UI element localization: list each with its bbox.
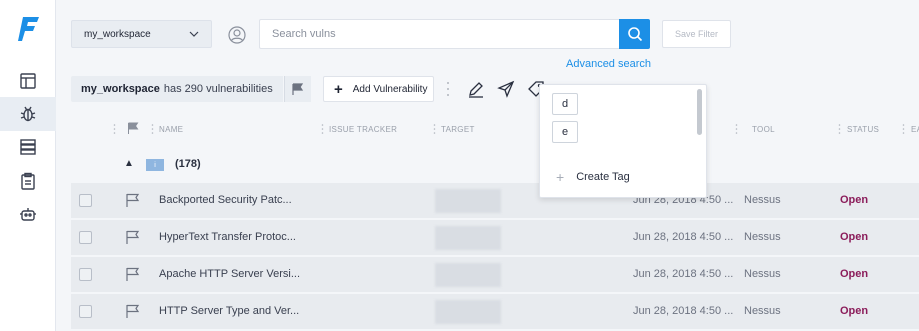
workspace-name: my_workspace — [81, 83, 160, 95]
dashboard-icon — [20, 73, 36, 89]
clipboard-icon — [21, 172, 35, 190]
column-header-tool[interactable]: TOOL — [752, 125, 775, 134]
row-checkbox[interactable] — [79, 231, 92, 244]
workspace-vuln-count: my_workspace has 290 vulnerabilities — [71, 76, 283, 102]
tag-option[interactable]: d — [552, 93, 578, 115]
separator-dots-icon — [447, 82, 449, 96]
row-checkbox[interactable] — [79, 268, 92, 281]
edit-icon[interactable] — [467, 80, 485, 98]
search-button[interactable] — [619, 19, 650, 49]
workspace-select[interactable]: my_workspace — [71, 20, 212, 48]
sidebar — [0, 0, 56, 331]
flag-icon[interactable] — [126, 230, 140, 245]
column-header-ea[interactable]: EA — [911, 125, 919, 134]
column-header-status[interactable]: STATUS — [847, 125, 879, 134]
search-icon — [627, 27, 642, 42]
table-row[interactable]: HTTP Server Type and Ver... Jun 28, 2018… — [71, 294, 919, 330]
group-count: (178) — [175, 158, 201, 170]
vuln-name[interactable]: HTTP Server Type and Ver... — [159, 305, 299, 317]
flag-icon — [292, 82, 304, 95]
vuln-count-text: has 290 vulnerabilities — [163, 83, 273, 95]
column-header-issue-tracker[interactable]: ISSUE TRACKER — [329, 125, 397, 134]
column-handle-icon — [735, 124, 738, 134]
target-redacted — [435, 226, 501, 250]
robot-icon — [20, 208, 36, 221]
severity-badge: i — [146, 159, 164, 171]
column-header-target[interactable]: TARGET — [441, 125, 475, 134]
bug-icon — [20, 106, 36, 122]
sidebar-item-vulnerabilities[interactable] — [0, 97, 56, 131]
flag-column-icon — [128, 122, 139, 134]
sidebar-item-automation[interactable] — [0, 197, 56, 231]
vuln-name[interactable]: HyperText Transfer Protoc... — [159, 231, 296, 243]
flag-icon[interactable] — [126, 267, 140, 282]
sidebar-item-hosts[interactable] — [0, 130, 56, 164]
table-row[interactable]: HyperText Transfer Protoc... Jun 28, 201… — [71, 220, 919, 256]
vuln-name[interactable]: Apache HTTP Server Versi... — [159, 268, 300, 280]
dropdown-scrollbar[interactable] — [697, 89, 702, 135]
confirmed-filter-button[interactable] — [284, 76, 311, 102]
row-checkbox[interactable] — [79, 305, 92, 318]
column-handle-icon — [433, 124, 436, 134]
save-filter-button[interactable]: Save Filter — [662, 20, 731, 48]
column-handle-icon — [113, 124, 116, 134]
vuln-status: Open — [840, 194, 869, 206]
chevron-down-icon — [189, 31, 199, 37]
vuln-status: Open — [840, 231, 869, 243]
column-handle-icon — [151, 124, 154, 134]
search-placeholder: Search vulns — [272, 28, 336, 40]
column-header-name[interactable]: NAME — [159, 125, 183, 134]
target-redacted — [435, 263, 501, 287]
severity-group-row[interactable]: ▲ i (178) — [71, 150, 919, 180]
tag-dropdown: d e + Create Tag — [539, 84, 707, 198]
servers-icon — [20, 139, 36, 155]
table-row[interactable]: Backported Security Patc... Jun 28, 2018… — [71, 183, 919, 219]
workspace-select-value: my_workspace — [84, 28, 151, 40]
vuln-name[interactable]: Backported Security Patc... — [159, 194, 292, 206]
send-icon[interactable] — [497, 80, 515, 98]
vuln-date: Jun 28, 2018 4:50 ... — [633, 305, 734, 317]
column-handle-icon — [838, 124, 841, 134]
create-tag-button[interactable]: + Create Tag — [556, 169, 630, 185]
target-redacted — [435, 189, 501, 213]
add-vulnerability-label: Add Vulnerability — [352, 83, 428, 95]
target-redacted — [435, 300, 501, 324]
row-checkbox[interactable] — [79, 194, 92, 207]
vuln-status: Open — [840, 305, 869, 317]
advanced-search-link[interactable]: Advanced search — [566, 58, 651, 70]
create-tag-label: Create Tag — [576, 171, 630, 183]
flag-icon[interactable] — [126, 304, 140, 319]
plus-icon: + — [334, 80, 343, 98]
vuln-tool: Nessus — [744, 268, 781, 280]
vuln-status: Open — [840, 268, 869, 280]
vuln-date: Jun 28, 2018 4:50 ... — [633, 268, 734, 280]
faraday-logo[interactable] — [18, 16, 40, 42]
vuln-tool: Nessus — [744, 305, 781, 317]
flag-icon[interactable] — [126, 193, 140, 208]
add-vulnerability-button[interactable]: + Add Vulnerability — [323, 76, 434, 102]
search-input[interactable]: Search vulns — [259, 19, 620, 49]
column-handle-icon — [902, 124, 905, 134]
tag-option[interactable]: e — [552, 121, 578, 143]
column-handle-icon — [321, 124, 324, 134]
vuln-tool: Nessus — [744, 231, 781, 243]
vuln-date: Jun 28, 2018 4:50 ... — [633, 231, 734, 243]
chevron-up-icon[interactable]: ▲ — [124, 158, 134, 169]
sidebar-item-dashboard[interactable] — [0, 64, 56, 98]
plus-icon: + — [556, 169, 565, 185]
vuln-tool: Nessus — [744, 194, 781, 206]
table-row[interactable]: Apache HTTP Server Versi... Jun 28, 2018… — [71, 257, 919, 293]
sidebar-item-reports[interactable] — [0, 164, 56, 198]
user-icon[interactable] — [228, 26, 246, 44]
table-header: NAME ISSUE TRACKER TARGET TOOL STATUS EA — [71, 116, 919, 142]
